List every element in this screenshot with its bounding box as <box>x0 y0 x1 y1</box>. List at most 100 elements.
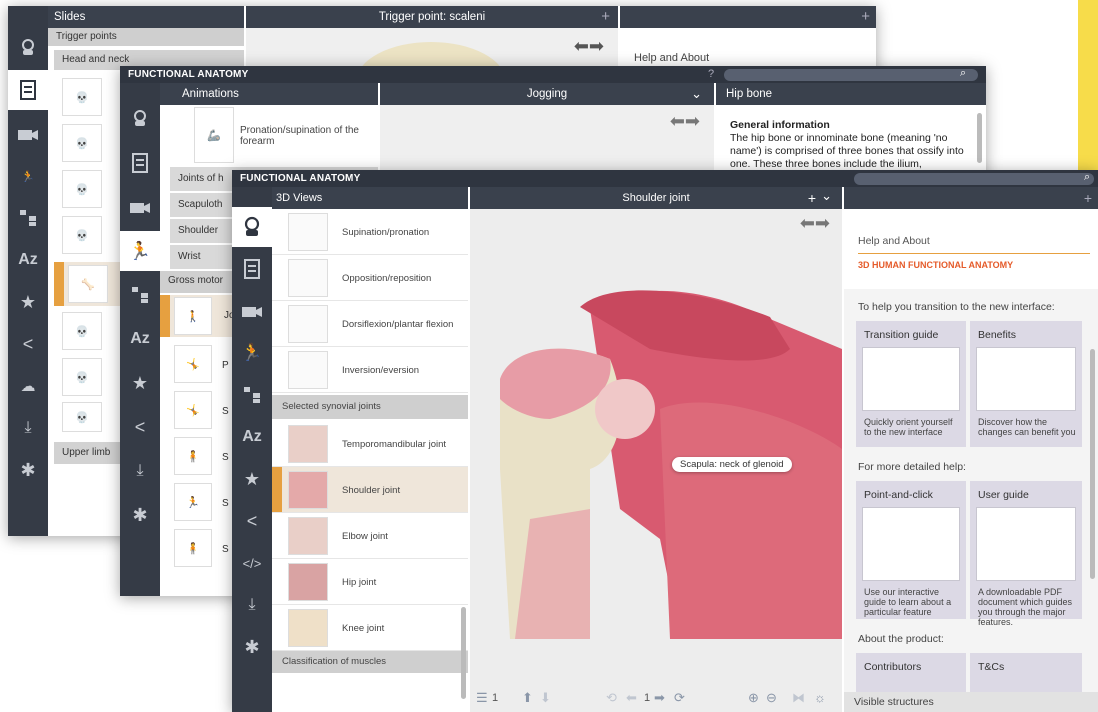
share-icon[interactable]: < <box>232 501 272 541</box>
list-item-selected[interactable]: Shoulder joint <box>272 467 468 513</box>
cloud-icon[interactable]: ☁ <box>8 366 48 406</box>
az-icon[interactable]: Az <box>120 319 160 359</box>
camera-icon[interactable] <box>120 187 160 227</box>
anatomy-icon[interactable] <box>232 207 272 247</box>
shoulder-viewport[interactable]: ⬅➡ Scapula: neck of glenoid ☰ 1 ⬆ ⬇ ⟲ ⬅ … <box>470 209 842 712</box>
upper-limb-label: Upper limb <box>62 447 111 458</box>
left-arrow-icon[interactable]: ⬅ <box>626 690 637 706</box>
transition-guide-card[interactable]: Transition guide Quickly orient yourself… <box>856 321 966 447</box>
benefits-card[interactable]: Benefits Discover how the changes can be… <box>970 321 1082 447</box>
zoom-in-icon[interactable]: ⊕ <box>748 690 759 706</box>
point-and-click-card[interactable]: Point-and-click Use our interactive guid… <box>856 481 966 619</box>
tcs-card[interactable]: T&Cs <box>970 653 1082 693</box>
anatomy-icon[interactable] <box>120 99 160 139</box>
slides-icon[interactable] <box>8 70 48 110</box>
share-icon[interactable]: < <box>120 407 160 447</box>
scrollbar[interactable] <box>977 113 982 163</box>
camera-icon[interactable] <box>8 114 48 154</box>
nav-arrows-icon[interactable]: ⬅➡ <box>670 111 700 132</box>
hierarchy-icon[interactable] <box>120 275 160 315</box>
list-item[interactable]: 💀 <box>62 170 102 208</box>
list-item[interactable]: 🏃 <box>174 483 212 521</box>
nav-arrows-icon[interactable]: ⬅➡ <box>800 213 830 234</box>
card-title: Point-and-click <box>864 489 933 501</box>
hierarchy-icon[interactable] <box>8 198 48 238</box>
list-item[interactable]: 💀 <box>62 402 102 432</box>
list-item[interactable]: 💀 <box>62 312 102 350</box>
list-item[interactable]: 💀 <box>62 124 102 162</box>
list-item[interactable]: Elbow joint <box>272 513 468 559</box>
az-icon[interactable]: Az <box>232 417 272 457</box>
download-icon[interactable]: ⤓ <box>8 408 48 448</box>
light-icon[interactable]: ☼ <box>814 690 826 705</box>
zoom-out-icon[interactable]: ⊖ <box>766 690 777 706</box>
search-input[interactable] <box>854 173 1094 185</box>
list-item[interactable]: 🧍 <box>174 529 212 567</box>
download-icon[interactable]: ⤓ <box>232 585 272 625</box>
slides-icon[interactable] <box>120 143 160 183</box>
settings-icon[interactable]: ✱ <box>120 495 160 535</box>
list-item[interactable]: 🤸 <box>174 391 212 429</box>
list-item[interactable]: Dorsiflexion/plantar flexion <box>272 301 468 347</box>
add-view-button[interactable]: + <box>601 6 610 28</box>
down-arrow-icon[interactable]: ⬇ <box>540 690 551 706</box>
search-input[interactable] <box>724 69 978 81</box>
running-icon[interactable]: 🏃 <box>120 231 160 271</box>
list-item[interactable]: 🦾 Pronation/supination of the forearm <box>184 105 378 165</box>
list-item[interactable]: Hip joint <box>272 559 468 605</box>
hierarchy-icon[interactable] <box>232 375 272 415</box>
az-icon[interactable]: Az <box>8 240 48 280</box>
user-guide-card[interactable]: User guide A downloadable PDF document w… <box>970 481 1082 627</box>
chevron-down-icon[interactable]: ⌄ <box>691 83 702 105</box>
slice-icon[interactable]: ⧓ <box>792 690 805 706</box>
rotate-left-icon[interactable]: ⟲ <box>606 690 617 706</box>
add-panel-button[interactable]: + <box>1084 187 1092 209</box>
synovial-section[interactable]: Selected synovial joints <box>272 395 468 419</box>
list-item[interactable]: Knee joint <box>272 605 468 651</box>
list-item[interactable]: Opposition/reposition <box>272 255 468 301</box>
right-arrow-icon[interactable]: ➡ <box>654 690 665 706</box>
embed-icon[interactable]: </> <box>232 543 272 583</box>
add-view-button[interactable]: + <box>808 187 816 209</box>
scrollbar[interactable] <box>461 607 466 699</box>
animations-header: Animations <box>160 83 378 105</box>
search-icon[interactable]: ⌕ <box>1084 171 1090 184</box>
anatomy-icon[interactable] <box>8 28 48 68</box>
app-title: FUNCTIONAL ANATOMY <box>240 173 361 184</box>
settings-icon[interactable]: ✱ <box>8 450 48 490</box>
settings-icon[interactable]: ✱ <box>232 627 272 667</box>
muscles-section[interactable]: Classification of muscles <box>272 651 468 673</box>
search-icon[interactable]: ⌕ <box>960 67 966 80</box>
running-icon[interactable]: 🏃 <box>8 156 48 196</box>
list-item[interactable]: Supination/pronation <box>272 209 468 255</box>
up-arrow-icon[interactable]: ⬆ <box>522 690 533 706</box>
layers-icon[interactable]: ☰ <box>476 690 488 706</box>
list-item[interactable]: Inversion/eversion <box>272 347 468 393</box>
star-icon[interactable]: ★ <box>8 282 48 322</box>
visible-structures-bar[interactable]: Visible structures <box>844 692 1098 712</box>
list-item[interactable]: 💀 <box>62 216 102 254</box>
star-icon[interactable]: ★ <box>232 459 272 499</box>
list-item[interactable]: 💀 <box>62 358 102 396</box>
contributors-card[interactable]: Contributors <box>856 653 966 693</box>
scrollbar[interactable] <box>1090 349 1095 579</box>
share-icon[interactable]: < <box>8 324 48 364</box>
star-icon[interactable]: ★ <box>120 363 160 403</box>
slides-icon[interactable] <box>232 249 272 289</box>
list-item[interactable]: 🧍 <box>174 437 212 475</box>
shoulder-title: Shoulder joint <box>622 192 690 204</box>
download-icon[interactable]: ⤓ <box>120 451 160 491</box>
chevron-down-icon[interactable]: ⌄ <box>821 185 832 207</box>
camera-icon[interactable] <box>232 291 272 331</box>
structure-label[interactable]: Scapula: neck of glenoid <box>672 457 792 472</box>
running-icon[interactable]: 🏃 <box>232 333 272 373</box>
help-button[interactable]: ? <box>708 68 714 80</box>
rotate-right-icon[interactable]: ⟳ <box>674 690 685 706</box>
card-image <box>862 347 960 411</box>
add-panel-button[interactable]: + <box>861 6 870 28</box>
list-item[interactable]: 💀 <box>62 78 102 116</box>
list-item[interactable]: 🤸 <box>174 345 212 383</box>
hip-bone-header: Hip bone <box>716 83 986 105</box>
nav-arrows-icon[interactable]: ⬅➡ <box>574 36 604 57</box>
list-item[interactable]: Temporomandibular joint <box>272 421 468 467</box>
